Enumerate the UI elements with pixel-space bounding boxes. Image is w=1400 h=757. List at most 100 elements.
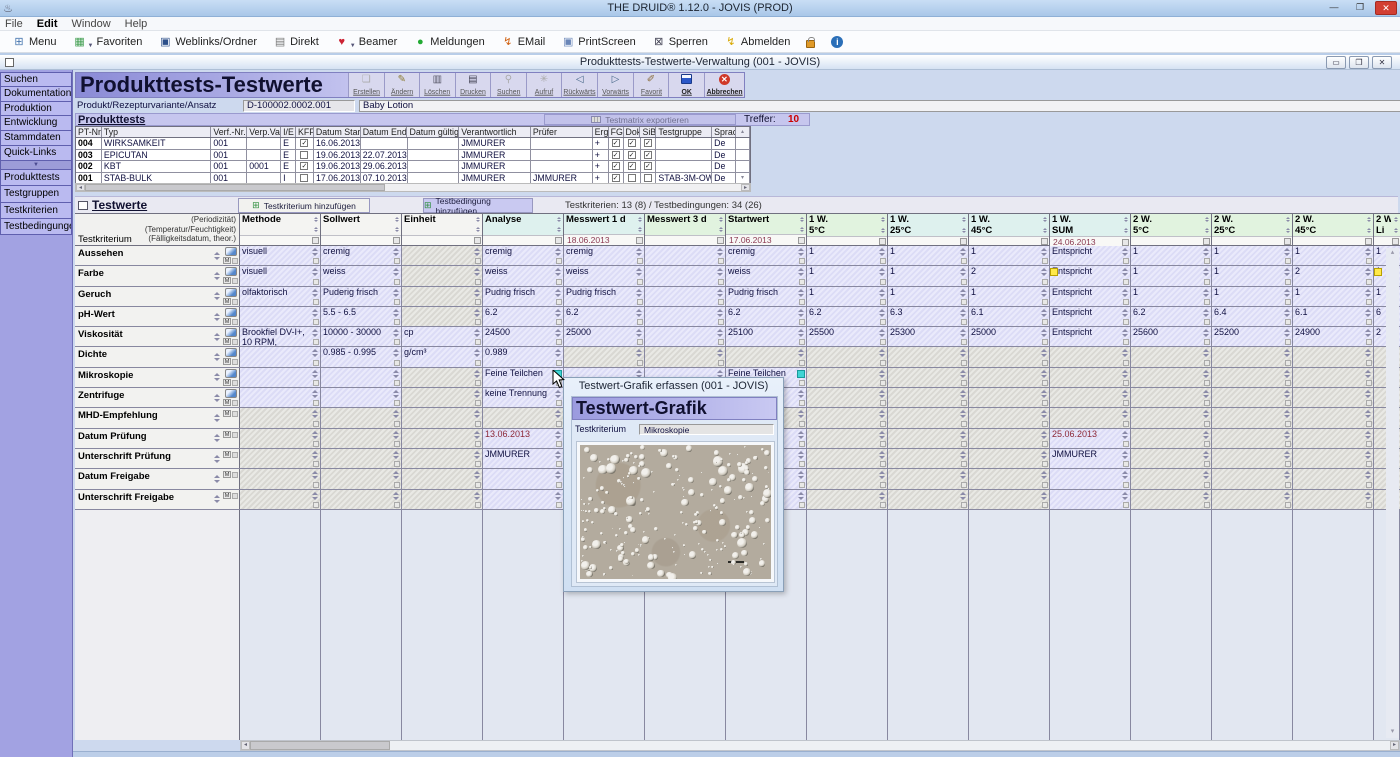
cell-datum-freigabe-2-w-5-c[interactable]	[1131, 469, 1212, 488]
cell-expand-button[interactable]	[475, 279, 481, 285]
cell-expand-button[interactable]	[880, 421, 886, 427]
graphic-attachment-icon[interactable]	[225, 267, 237, 276]
cell-expand-button[interactable]	[1366, 360, 1372, 366]
cell-expand-button[interactable]	[1366, 400, 1372, 406]
cell-dichte-1-w-45-c[interactable]	[969, 347, 1050, 366]
column-header-1-w-5-c[interactable]: 1 W.5°C	[807, 214, 888, 245]
graphic-attachment-icon[interactable]	[225, 308, 237, 317]
cell-expand-button[interactable]	[475, 441, 481, 447]
cell-aussehen-2-w-45-c[interactable]: 1	[1293, 246, 1374, 265]
cell-expand-button[interactable]	[1123, 441, 1129, 447]
cell-expand-button[interactable]	[1123, 380, 1129, 386]
checkbox-checked[interactable]: ✓	[628, 151, 636, 159]
cell-aussehen-2-w-5-c[interactable]: 1	[1131, 246, 1212, 265]
expand-box[interactable]	[1392, 238, 1399, 245]
cell-viskosit-t-analyse[interactable]: 24500	[483, 327, 564, 346]
cell-dichte-messwert-3-d[interactable]	[645, 347, 726, 366]
cell-expand-button[interactable]	[475, 502, 481, 508]
checkbox-unchecked[interactable]	[644, 174, 652, 182]
cell-expand-button[interactable]	[313, 380, 319, 386]
graphic-attachment-icon[interactable]	[225, 247, 237, 256]
cell-viskosit-t-sollwert[interactable]: 10000 - 30000	[321, 327, 402, 346]
expand-box[interactable]	[393, 237, 400, 244]
cell-zentrifuge-1-w-45-c[interactable]	[969, 388, 1050, 407]
cell-mhd-empfehlung-1-w-5-c[interactable]	[807, 408, 888, 427]
cell-geruch-methode[interactable]: olfaktorisch	[240, 287, 321, 306]
cell-unterschrift-pr-fung-1-w-45-c[interactable]	[969, 449, 1050, 468]
cell-expand-button[interactable]	[556, 461, 562, 467]
row-label-farbe[interactable]: FarbeM	[75, 266, 240, 285]
cell-datum-pr-fung-analyse[interactable]: 13.06.2013	[483, 429, 564, 448]
cell-unterschrift-pr-fung-2-w-45-c[interactable]	[1293, 449, 1374, 468]
sidebar-quicklink-testgruppen[interactable]: Testgruppen	[0, 186, 72, 202]
row-label-datum-pr-fung[interactable]: Datum PrüfungM	[75, 429, 240, 448]
toolbar-item-menu[interactable]: ⊞Menu	[6, 33, 63, 51]
cell-expand-button[interactable]	[880, 279, 886, 285]
scrollbar-thumb[interactable]	[250, 741, 390, 750]
cell-unterschrift-freigabe-1-w-25-c[interactable]	[888, 490, 969, 509]
cell-expand-button[interactable]	[1042, 299, 1048, 305]
cell-expand-button[interactable]	[556, 299, 562, 305]
cell-expand-button[interactable]	[475, 482, 481, 488]
cell-expand-button[interactable]	[1123, 258, 1129, 264]
suchen-button[interactable]: ⚲Suchen	[490, 73, 526, 97]
mini-expand-button[interactable]	[232, 299, 238, 305]
cell-aussehen-2-w-25-c[interactable]: 1	[1212, 246, 1293, 265]
cell-unterschrift-freigabe-1-w-45-c[interactable]	[969, 490, 1050, 509]
cell-expand-button[interactable]	[556, 319, 562, 325]
cell-expand-button[interactable]	[313, 400, 319, 406]
drucken-button[interactable]: ▤Drucken	[455, 73, 491, 97]
expand-box[interactable]	[312, 237, 319, 244]
cell-expand-button[interactable]	[1123, 421, 1129, 427]
cell-expand-button[interactable]	[313, 461, 319, 467]
produkttests-hscrollbar[interactable]: ◂ ▸	[75, 183, 751, 192]
mini-expand-button[interactable]	[232, 359, 238, 365]
checkbox-checked[interactable]: ✓	[612, 151, 620, 159]
row-label-aussehen[interactable]: AussehenM	[75, 246, 240, 265]
checkbox-checked[interactable]: ✓	[628, 139, 636, 147]
cell-expand-button[interactable]	[475, 400, 481, 406]
add-testbedingung-button[interactable]: ⊞ Testbedingung hinzufügen	[423, 198, 533, 213]
column-header-messwert-3-d[interactable]: Messwert 3 d	[645, 214, 726, 245]
scroll-down-arrow[interactable]: ▾	[1386, 727, 1399, 738]
matrix-button[interactable]: M	[223, 451, 231, 458]
produkttest-row[interactable]: 003EPICUTAN001E19.06.201322.07.2013JMMUR…	[76, 150, 750, 162]
checkbox-checked[interactable]: ✓	[612, 174, 620, 182]
cell-expand-button[interactable]	[1204, 279, 1210, 285]
cell-unterschrift-pr-fung-1-w-25-c[interactable]	[888, 449, 969, 468]
cell-mhd-empfehlung-einheit[interactable]	[402, 408, 483, 427]
cell-expand-button[interactable]	[961, 502, 967, 508]
cell-expand-button[interactable]	[961, 299, 967, 305]
column-header-2-w-li[interactable]: 2 W.Li	[1374, 214, 1400, 245]
matrix-button[interactable]: M	[223, 492, 231, 499]
cell-expand-button[interactable]	[880, 360, 886, 366]
cell-geruch-2-w-5-c[interactable]: 1	[1131, 287, 1212, 306]
cell-expand-button[interactable]	[1204, 400, 1210, 406]
toolbar-item-sperren[interactable]: ⊠Sperren	[646, 33, 714, 51]
cell-dichte-1-w-sum[interactable]	[1050, 347, 1131, 366]
cell-expand-button[interactable]	[1366, 482, 1372, 488]
toolbar-item-beamer[interactable]: ♥▼Beamer	[329, 33, 403, 51]
vorw-rts-button[interactable]: ▷Vorwärts	[597, 73, 633, 97]
cell-expand-button[interactable]	[475, 421, 481, 427]
cell-mikroskopie-sollwert[interactable]	[321, 368, 402, 387]
cell-expand-button[interactable]	[1285, 400, 1291, 406]
cell-dichte-messwert-1-d[interactable]	[564, 347, 645, 366]
cell-expand-button[interactable]	[394, 441, 400, 447]
cell-expand-button[interactable]	[394, 482, 400, 488]
cell-unterschrift-freigabe-2-w-45-c[interactable]	[1293, 490, 1374, 509]
cell-expand-button[interactable]	[799, 502, 805, 508]
cell-expand-button[interactable]	[1204, 461, 1210, 467]
cell-ph-wert-messwert-1-d[interactable]: 6.2	[564, 307, 645, 326]
cell-expand-button[interactable]	[1366, 441, 1372, 447]
cell-expand-button[interactable]	[880, 380, 886, 386]
matrix-button[interactable]: M	[223, 431, 231, 438]
cell-expand-button[interactable]	[556, 258, 562, 264]
cell-datum-freigabe-2-w-45-c[interactable]	[1293, 469, 1374, 488]
cell-unterschrift-freigabe-sollwert[interactable]	[321, 490, 402, 509]
toolbar-item-direkt[interactable]: ▤Direkt	[267, 33, 325, 51]
checkbox-checked[interactable]: ✓	[300, 162, 308, 170]
matrix-button[interactable]: M	[223, 338, 231, 345]
cell-expand-button[interactable]	[1204, 441, 1210, 447]
cell-expand-button[interactable]	[880, 299, 886, 305]
